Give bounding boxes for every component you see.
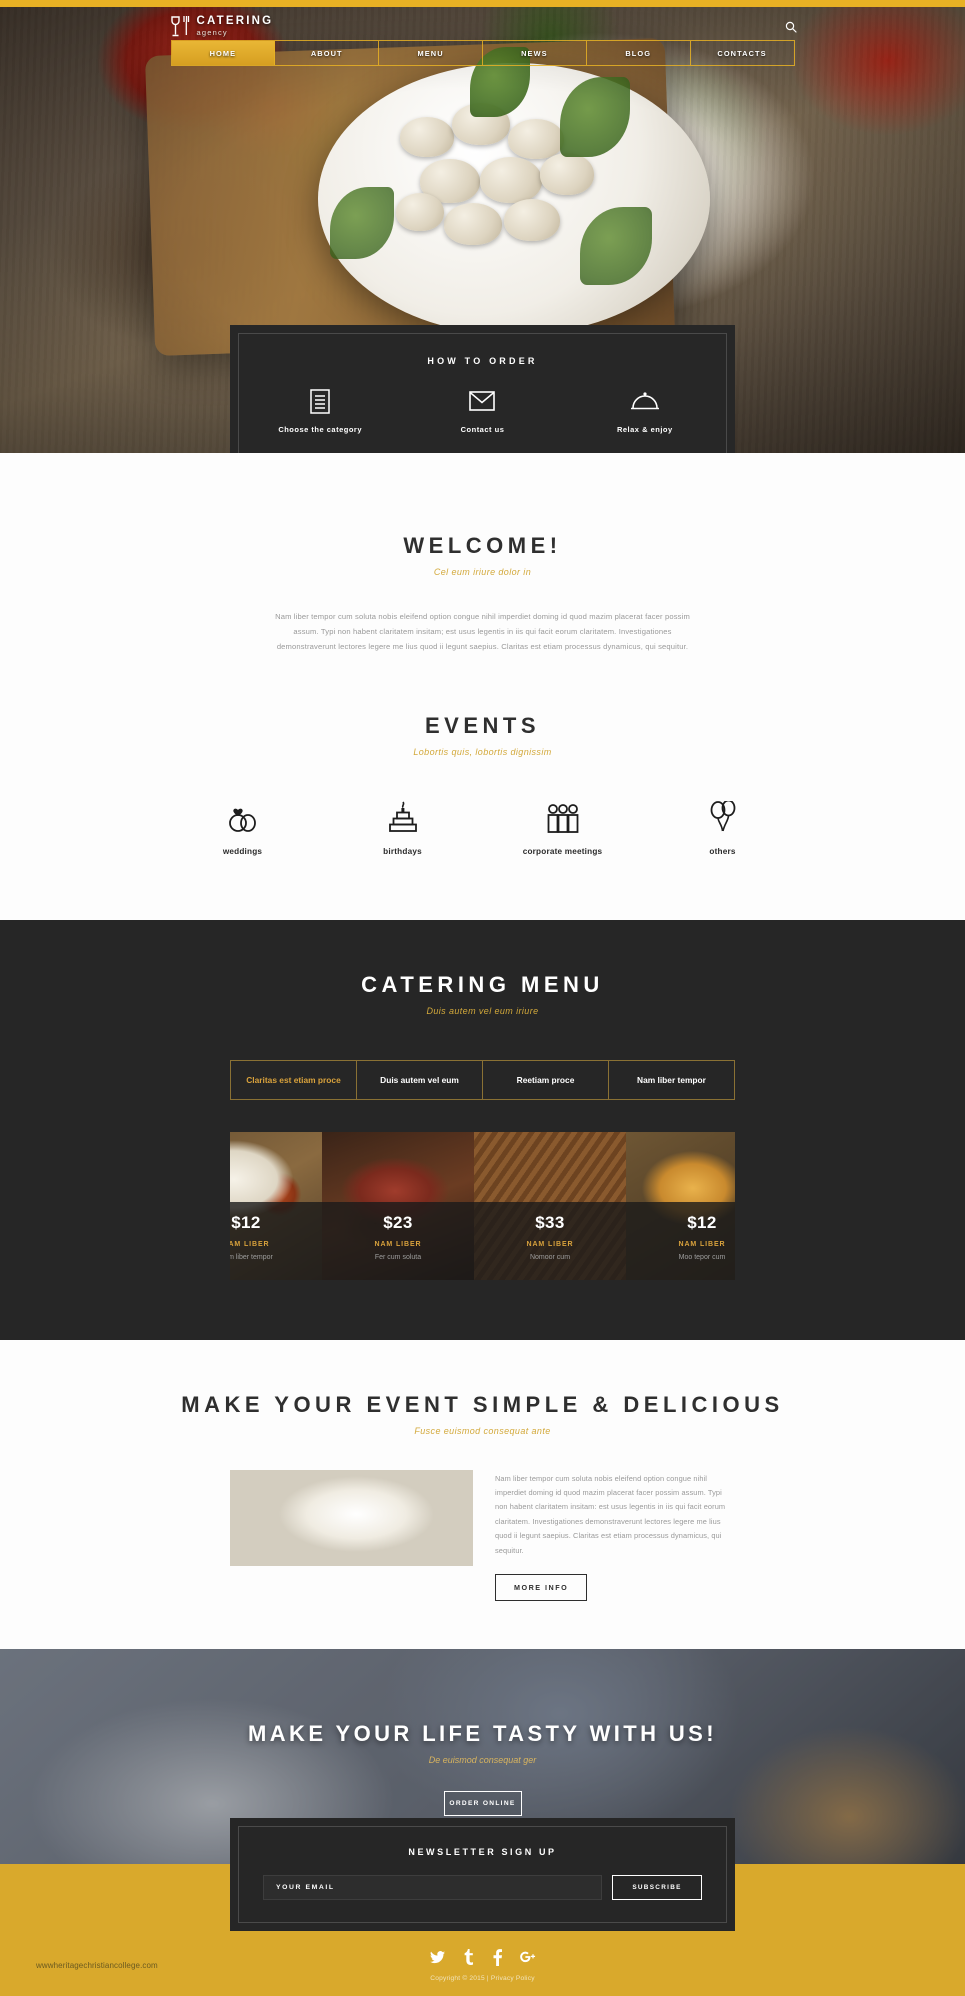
event-label: weddings [222,846,263,856]
main-navigation: HOME ABOUT MENU NEWS BLOG CONTACTS [170,40,795,66]
menu-tab-claritas[interactable]: Claritas est etiam proce [231,1060,357,1099]
newsletter-email-input[interactable] [263,1875,602,1901]
how-to-order-title: HOW TO ORDER [427,356,538,366]
dish-description: Fer cum soluta [374,1253,422,1261]
dish-price: $23 [383,1212,413,1232]
logo-title: CATERING [196,14,274,27]
step-label: Relax & enjoy [616,425,673,434]
welcome-subtitle: Cel eum iriure dolor in [433,567,532,577]
make-event-section: MAKE YOUR EVENT SIMPLE & DELICIOUS Fusce… [0,1339,965,1650]
newsletter-title: NEWSLETTER SIGN UP [408,1847,557,1858]
newsletter-wrapper: NEWSLETTER SIGN UP SUBSCRIBE [0,1818,965,1932]
dish-price: $33 [535,1212,565,1232]
newsletter-panel: NEWSLETTER SIGN UP SUBSCRIBE [230,1818,735,1932]
step-label: Contact us [460,425,505,434]
nav-item-menu[interactable]: MENU [379,41,483,65]
event-label: others [709,846,736,856]
dish-name: NAM LIBER [374,1240,422,1248]
newsletter-subscribe-button[interactable]: SUBSCRIBE [612,1875,702,1901]
how-to-order-step-relax-enjoy[interactable]: Relax & enjoy [564,388,726,434]
document-lines-icon [239,388,401,414]
dish-price: $12 [687,1212,717,1232]
nav-item-about[interactable]: ABOUT [275,41,380,65]
dish-description: Nam liber tempor [230,1253,273,1261]
welcome-section: WELCOME! Cel eum iriure dolor in Nam lib… [0,453,965,655]
balloons-icon [643,799,803,833]
event-item-weddings[interactable]: weddings [163,799,323,856]
logo-subtitle: agency [196,28,228,37]
cloche-icon [564,388,726,414]
menu-tab-duis[interactable]: Duis autem vel eum [357,1060,483,1099]
people-group-icon [483,799,643,833]
event-item-birthdays[interactable]: birthdays [323,799,483,856]
dish-name: NAM LIBER [230,1240,270,1248]
how-to-order-panel: HOW TO ORDER Choose the category Contact… [230,325,735,453]
catering-menu-tabs: Claritas est etiam proce Duis autem vel … [230,1059,735,1100]
step-label: Choose the category [278,425,362,434]
birthday-cake-icon [323,799,483,833]
events-subtitle: Lobortis quis, lobortis dignissim [413,746,552,757]
footer-bottom: wwwheritagechristiancollege.com Copyrigh… [0,1945,965,1982]
how-to-order-panel-wrapper: HOW TO ORDER Choose the category Contact… [0,325,965,453]
welcome-body-text: Nam liber tempor cum soluta nobis eleife… [275,612,690,652]
how-to-order-step-contact-us[interactable]: Contact us [401,388,563,434]
make-event-subtitle: Fusce euismod consequat ante [414,1425,551,1436]
event-label: corporate meetings [522,846,603,856]
dish-card[interactable]: $12 NAM LIBER Nam liber tempor [230,1131,322,1280]
events-section: EVENTS Lobortis quis, lobortis dignissim… [0,654,965,920]
facebook-icon[interactable] [490,1948,506,1966]
catering-menu-title: CATERING MENU [361,971,604,997]
nav-item-contacts[interactable]: CONTACTS [691,41,794,65]
dish-carousel[interactable]: $12 NAM LIBER Nam liber tempor $23 NAM L… [230,1131,735,1280]
site-header: CATERING agency HOME ABOUT MENU NEWS BLO… [0,14,965,69]
logo[interactable]: CATERING agency [170,14,274,37]
dish-card[interactable]: $23 NAM LIBER Fer cum soluta [322,1131,474,1280]
nav-item-news[interactable]: NEWS [483,41,587,65]
events-title: EVENTS [424,712,541,738]
page-root: CATERING agency HOME ABOUT MENU NEWS BLO… [0,0,965,1996]
dish-price: $12 [231,1212,261,1232]
dish-description: Nomoor cum [529,1253,571,1261]
top-accent-strip [0,0,965,7]
chef-holding-plate-photo [230,1469,473,1566]
dish-description: Moo tepor cum [678,1253,726,1261]
google-plus-icon[interactable] [519,1949,536,1965]
catering-menu-subtitle: Duis autem vel eum iriure [426,1005,539,1016]
copyright-text[interactable]: Copyright © 2015 | Privacy Policy [0,1975,965,1982]
wine-glass-fork-logo-icon [170,15,190,37]
dish-card[interactable]: $33 NAM LIBER Nomoor cum [474,1131,626,1280]
hero-section: CATERING agency HOME ABOUT MENU NEWS BLO… [0,7,965,453]
how-to-order-step-choose-category[interactable]: Choose the category [239,388,401,434]
welcome-title: WELCOME! [403,533,562,558]
make-event-title: MAKE YOUR EVENT SIMPLE & DELICIOUS [181,1391,784,1417]
nav-item-blog[interactable]: BLOG [587,41,691,65]
dish-name: NAM LIBER [526,1240,574,1248]
search-icon[interactable] [785,20,797,33]
event-item-corporate-meetings[interactable]: corporate meetings [483,799,643,856]
menu-tab-nam-liber[interactable]: Nam liber tempor [609,1061,734,1099]
tasty-banner-title: MAKE YOUR LIFE TASTY WITH US! [248,1721,717,1747]
event-item-others[interactable]: others [643,799,803,856]
site-footer: NEWSLETTER SIGN UP SUBSCRIBE wwwheritage… [0,1818,965,1996]
event-label: birthdays [383,846,422,856]
order-online-button[interactable]: ORDER ONLINE [443,1791,522,1817]
dish-name: NAM LIBER [678,1240,726,1248]
dish-card[interactable]: $12 NAM LIBER Moo tepor cum [626,1131,735,1280]
wedding-rings-icon [163,799,323,833]
catering-menu-section: CATERING MENU Duis autem vel eum iriure … [0,919,965,1340]
footer-url: wwwheritagechristiancollege.com [36,1961,158,1971]
menu-tab-reetiam[interactable]: Reetiam proce [483,1060,609,1099]
tumblr-icon[interactable] [460,1949,476,1966]
more-info-button[interactable]: MORE INFO [495,1574,588,1602]
nav-item-home[interactable]: HOME [171,41,276,65]
envelope-icon [401,388,563,414]
tasty-banner-subtitle: De euismod consequat ger [428,1755,537,1766]
twitter-icon[interactable] [430,1949,446,1965]
make-event-body-text: Nam liber tempor cum soluta nobis eleife… [495,1473,726,1555]
